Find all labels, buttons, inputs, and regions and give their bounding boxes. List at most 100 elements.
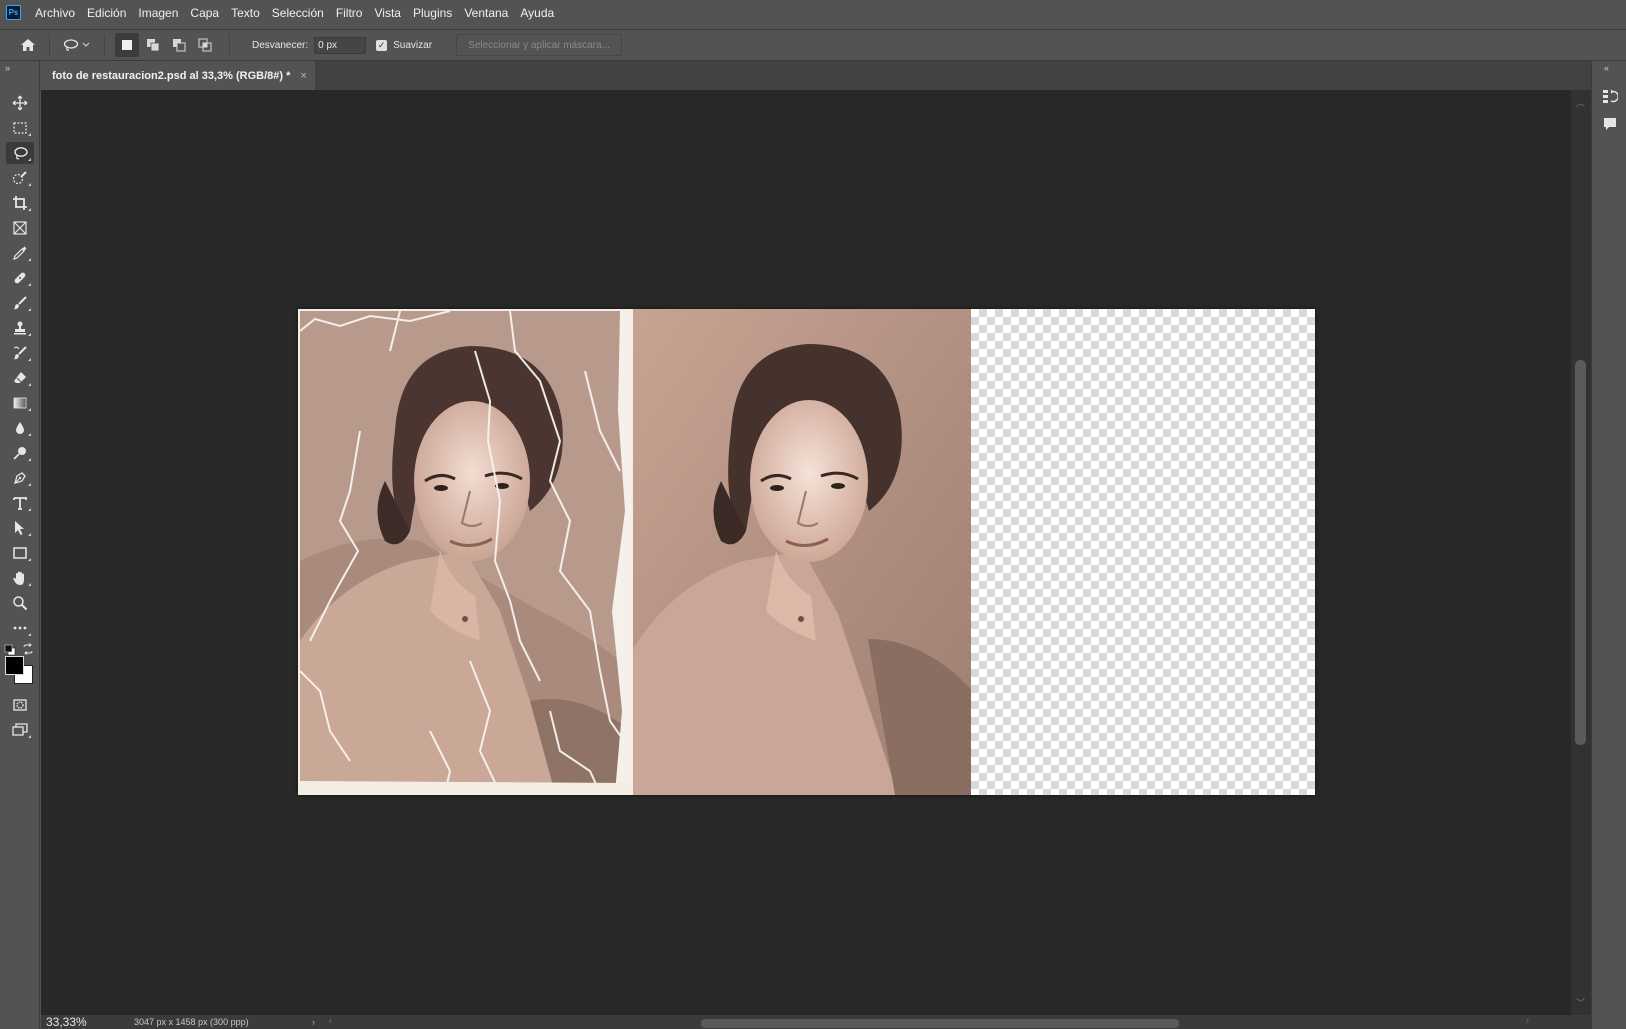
hand-icon (13, 571, 24, 585)
quick-mask-icon (13, 699, 27, 711)
tool-group-indicator (28, 158, 31, 161)
hand-tool[interactable] (6, 567, 34, 589)
frame-tool[interactable] (6, 217, 34, 239)
scroll-up-icon[interactable]: ︿ (1576, 96, 1585, 109)
eraser-tool[interactable] (6, 367, 34, 389)
pen-tool[interactable] (6, 467, 34, 489)
menu-ayuda[interactable]: Ayuda (520, 6, 554, 20)
home-button[interactable] (17, 34, 39, 56)
document-tab-strip: foto de restauracion2.psd al 33,3% (RGB/… (41, 61, 1591, 90)
lasso-tool[interactable] (6, 142, 34, 164)
options-divider (104, 34, 105, 56)
menu-edicion[interactable]: Edición (87, 6, 126, 20)
menu-texto[interactable]: Texto (231, 6, 260, 20)
dodge-tool[interactable] (6, 442, 34, 464)
right-panel-dock: « (1591, 61, 1626, 1029)
menu-vista[interactable]: Vista (374, 6, 400, 20)
menu-plugins[interactable]: Plugins (413, 6, 452, 20)
magnifier-icon (13, 596, 28, 611)
history-panel-button[interactable] (1601, 87, 1619, 105)
menu-imagen[interactable]: Imagen (138, 6, 178, 20)
lasso-icon (14, 147, 28, 160)
feather-label: Desvanecer: (252, 39, 309, 51)
intersect-selection-icon (198, 38, 212, 52)
menu-capa[interactable]: Capa (190, 6, 219, 20)
tool-group-indicator (28, 258, 31, 261)
eyedropper-tool[interactable] (6, 242, 34, 264)
crop-tool[interactable] (6, 192, 34, 214)
document-image[interactable] (298, 309, 1315, 795)
tool-preset-picker[interactable] (60, 34, 94, 56)
collapse-panel-icon[interactable]: « (1604, 63, 1609, 73)
tool-group-indicator (28, 283, 31, 286)
tools-panel: » (0, 61, 40, 1029)
gradient-tool[interactable] (6, 392, 34, 414)
comment-icon (1604, 118, 1616, 130)
vertical-scroll-thumb[interactable] (1575, 360, 1586, 745)
default-colors-button[interactable] (4, 643, 16, 656)
edit-toolbar-tool[interactable] (6, 617, 34, 639)
document-tab[interactable]: foto de restauracion2.psd al 33,3% (RGB/… (41, 61, 315, 90)
move-tool[interactable] (6, 92, 34, 114)
horizontal-scrollbar[interactable]: ‹ › (329, 1015, 1529, 1028)
antialias-checkbox[interactable]: ✓ Suavizar (376, 39, 432, 51)
tool-group-indicator (28, 208, 31, 211)
photoshop-window: Ps Archivo Edición Imagen Capa Texto Sel… (0, 0, 1626, 1029)
blur-tool[interactable] (6, 417, 34, 439)
menu-archivo[interactable]: Archivo (35, 6, 75, 20)
menu-filtro[interactable]: Filtro (336, 6, 363, 20)
tool-group-indicator (28, 383, 31, 386)
scroll-right-icon[interactable]: › (1526, 1015, 1529, 1025)
photoshop-logo-icon: Ps (6, 5, 21, 20)
scroll-left-icon[interactable]: ‹ (329, 1015, 332, 1025)
foreground-color-swatch[interactable] (5, 656, 24, 675)
spot-healing-brush-tool[interactable] (6, 267, 34, 289)
tool-group-indicator (28, 408, 31, 411)
clone-stamp-tool[interactable] (6, 317, 34, 339)
rectangle-icon (13, 547, 27, 559)
brush-icon (13, 296, 27, 310)
new-selection-button[interactable] (115, 33, 139, 57)
scroll-down-icon[interactable]: ﹀ (1576, 996, 1585, 1009)
eraser-icon (14, 372, 26, 384)
tool-group-indicator (28, 433, 31, 436)
add-to-selection-button[interactable] (141, 33, 165, 57)
original-damaged-photo (298, 309, 633, 795)
screen-mode-icon (12, 723, 28, 736)
zoom-level[interactable]: 33,33% (46, 1015, 134, 1029)
quick-selection-tool[interactable] (6, 167, 34, 189)
rectangular-marquee-tool[interactable] (6, 117, 34, 139)
brush-tool[interactable] (6, 292, 34, 314)
subtract-from-selection-button[interactable] (167, 33, 191, 57)
menu-seleccion[interactable]: Selección (272, 6, 324, 20)
menu-ventana[interactable]: Ventana (464, 6, 508, 20)
more-options-icon (13, 626, 27, 630)
feather-input[interactable] (314, 36, 367, 54)
tool-group-indicator (28, 633, 31, 636)
canvas-area[interactable] (41, 90, 1571, 1015)
swap-colors-button[interactable] (22, 642, 34, 655)
type-tool[interactable] (6, 492, 34, 514)
select-and-mask-button[interactable]: Seleccionar y aplicar máscara... (456, 34, 623, 56)
bandage-icon (14, 272, 26, 284)
pen-icon (14, 472, 26, 484)
zoom-tool[interactable] (6, 592, 34, 614)
quick-mask-mode-button[interactable] (6, 694, 34, 716)
intersect-selection-button[interactable] (193, 33, 217, 57)
comments-panel-button[interactable] (1601, 115, 1619, 133)
rectangle-tool[interactable] (6, 542, 34, 564)
close-tab-icon[interactable]: × (300, 70, 306, 82)
add-selection-icon (147, 39, 160, 52)
status-menu-chevron-icon[interactable]: › (312, 1017, 315, 1027)
path-selection-tool[interactable] (6, 517, 34, 539)
horizontal-scroll-thumb[interactable] (701, 1019, 1179, 1028)
options-divider (49, 34, 50, 56)
home-icon (21, 39, 35, 51)
drop-icon (16, 422, 24, 434)
screen-mode-button[interactable] (6, 719, 34, 741)
collapse-panel-icon[interactable]: » (5, 63, 10, 73)
marquee-icon (13, 122, 27, 134)
vertical-scrollbar[interactable]: ︿ ﹀ (1571, 90, 1591, 1015)
history-brush-tool[interactable] (6, 342, 34, 364)
tool-group-indicator (28, 358, 31, 361)
